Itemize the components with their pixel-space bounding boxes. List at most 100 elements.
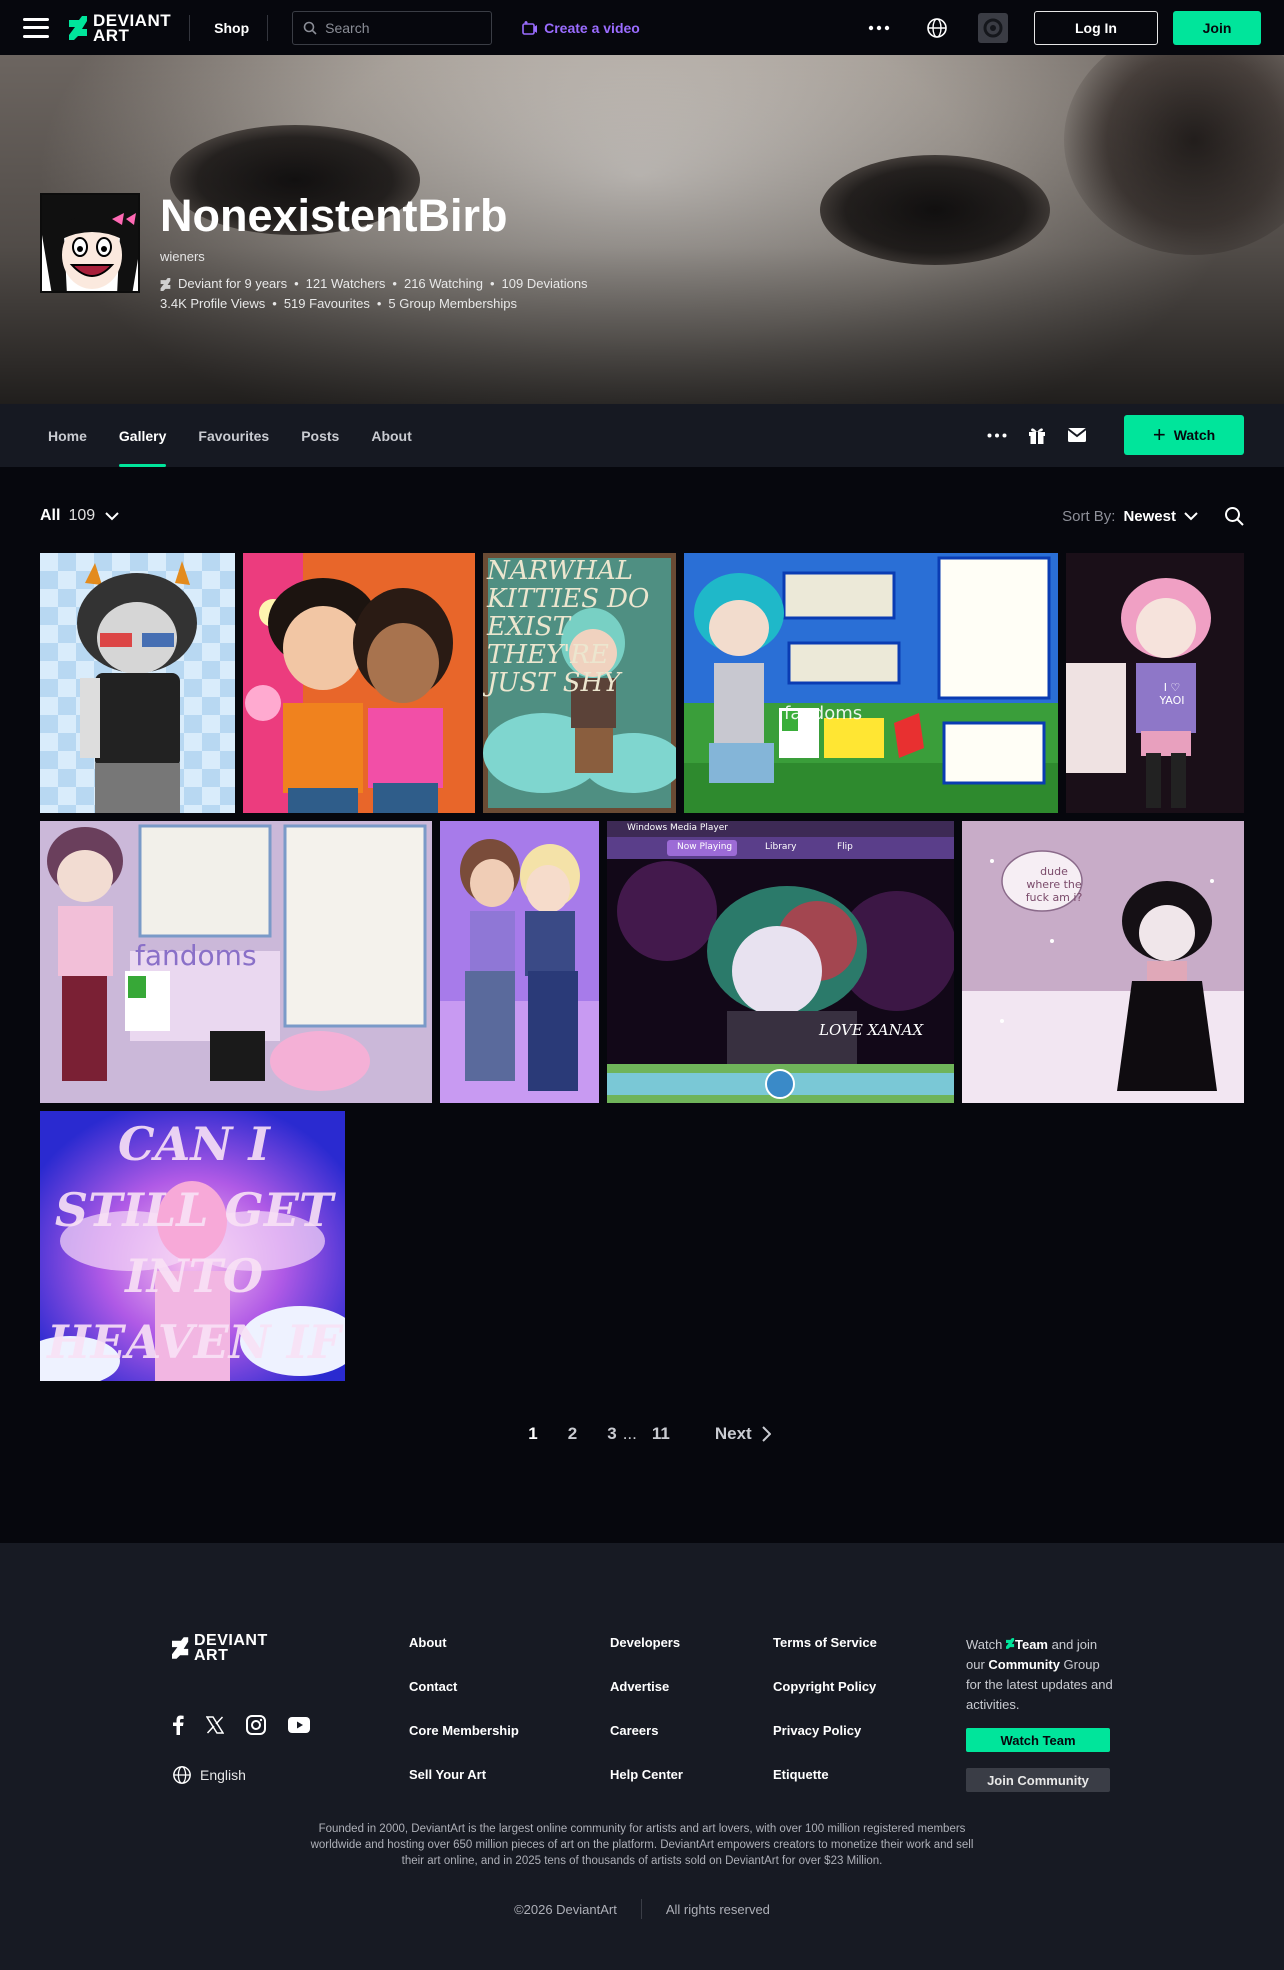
search-input[interactable]: Search [292, 10, 493, 45]
footer-logo[interactable]: DEVIANT ART [172, 1632, 268, 1664]
page-3[interactable]: 3 [607, 1424, 616, 1444]
language-selector[interactable]: English [172, 1765, 246, 1785]
login-button[interactable]: Log In [1034, 10, 1158, 45]
gallery-thumbnail[interactable] [440, 821, 599, 1103]
footer-column-3: Terms of Service Copyright Policy Privac… [773, 1635, 877, 1811]
thumbnail-caption: CAN I STILL GET INTO HEAVEN IF I KILL MY… [47, 1117, 341, 1369]
gallery-thumbnail[interactable]: fandoms [40, 821, 432, 1103]
chevron-right-icon [761, 1426, 771, 1442]
logo-line-2: ART [194, 1647, 229, 1664]
player-tab: Now Playing [677, 842, 733, 852]
footer-link-contact[interactable]: Contact [409, 1679, 519, 1723]
copyright-text: ©2026 DeviantArt [514, 1901, 617, 1917]
page-last[interactable]: 11 [652, 1424, 670, 1444]
chevron-down-icon[interactable] [105, 511, 119, 521]
profile-header: NonexistentBirb wieners Deviant for 9 ye… [40, 190, 588, 314]
footer-link-developers[interactable]: Developers [610, 1635, 683, 1679]
gallery-thumbnail[interactable]: NARWHAL KITTIES DO EXIST THEY'RE JUST SH… [483, 553, 676, 813]
globe-icon[interactable] [920, 11, 954, 45]
mail-icon[interactable] [1062, 420, 1092, 450]
menu-icon[interactable] [23, 17, 49, 38]
cta-team: Team [1014, 1637, 1048, 1652]
gallery-thumbnail[interactable]: I ♡ YAOI [1066, 553, 1244, 813]
language-label: English [200, 1767, 246, 1783]
footer-link-about[interactable]: About [409, 1635, 519, 1679]
footer-link-careers[interactable]: Careers [610, 1723, 683, 1767]
tab-home[interactable]: Home [48, 404, 87, 467]
footer-link-copyright-policy[interactable]: Copyright Policy [773, 1679, 877, 1723]
watch-button[interactable]: + Watch [1124, 415, 1244, 455]
tab-favourites[interactable]: Favourites [198, 404, 269, 467]
more-icon[interactable] [862, 11, 896, 45]
thumbnail-caption: LOVE XANAX [819, 1021, 924, 1039]
page-1[interactable]: 1 [528, 1424, 537, 1444]
stat-group-memberships[interactable]: 5 Group Memberships [388, 294, 517, 314]
youtube-icon[interactable] [288, 1717, 310, 1738]
social-links [172, 1715, 332, 1740]
player-tab: Flip [837, 842, 853, 852]
stat-favourites[interactable]: 519 Favourites [284, 294, 370, 314]
profile-stats-line-1: Deviant for 9 years • 121 Watchers • 216 W… [160, 274, 588, 294]
sort-value[interactable]: Newest [1123, 508, 1176, 525]
cta-community: Community [988, 1657, 1060, 1672]
footer-link-help-center[interactable]: Help Center [610, 1767, 683, 1811]
logo-line-1: DEVIANT [194, 1632, 268, 1649]
thumbnail-caption: NARWHAL KITTIES DO EXIST THEY'RE JUST SH… [487, 556, 650, 698]
gallery-thumbnail[interactable]: CAN I STILL GET INTO HEAVEN IF I KILL MY… [40, 1111, 345, 1381]
stat-watchers[interactable]: 121 Watchers [306, 274, 386, 294]
x-twitter-icon[interactable] [205, 1716, 225, 1739]
gallery-thumbnail[interactable]: fandoms [684, 553, 1058, 813]
tab-posts[interactable]: Posts [301, 404, 339, 467]
divider [640, 1899, 642, 1919]
instagram-icon[interactable] [246, 1715, 266, 1740]
gift-icon[interactable] [1022, 420, 1052, 450]
footer-link-terms[interactable]: Terms of Service [773, 1635, 877, 1679]
join-button[interactable]: Join [1173, 10, 1261, 45]
deviantart-logo-icon [69, 15, 87, 40]
deviantart-logo-icon [1005, 1638, 1015, 1649]
gallery-thumbnail[interactable] [243, 553, 475, 813]
user-avatar[interactable] [40, 193, 140, 293]
globe-icon [173, 1766, 191, 1784]
thumbnail-caption: fandoms [135, 939, 257, 972]
footer-link-advertise[interactable]: Advertise [610, 1679, 683, 1723]
divider [189, 14, 191, 41]
page-2[interactable]: 2 [568, 1424, 577, 1444]
video-create-icon [522, 20, 538, 35]
stat-profile-views: 3.4K Profile Views [160, 296, 266, 311]
footer-link-privacy-policy[interactable]: Privacy Policy [773, 1723, 877, 1767]
stat-deviant-for: Deviant for 9 years [178, 276, 288, 291]
thumbnail-caption: dude where the fuck am i? [1025, 865, 1083, 904]
footer-link-core-membership[interactable]: Core Membership [409, 1723, 519, 1767]
next-page-button[interactable]: Next [715, 1424, 771, 1444]
stat-watching[interactable]: 216 Watching [404, 274, 483, 294]
top-bar: DEVIANT ART Shop Search Create a video Lo… [0, 0, 1284, 55]
gallery-thumbnail[interactable] [40, 553, 235, 813]
stat-deviations[interactable]: 109 Deviations [502, 274, 588, 294]
tab-gallery[interactable]: Gallery [118, 404, 167, 467]
thumbnail-caption: I ♡ YAOI [1159, 681, 1185, 707]
watch-team-button[interactable]: Watch Team [966, 1728, 1110, 1752]
join-community-button[interactable]: Join Community [966, 1768, 1110, 1792]
create-video-link[interactable]: Create a video [522, 20, 640, 36]
footer: DEVIANT ART English About Contact Core Me… [0, 1543, 1284, 1970]
chevron-down-icon[interactable] [1184, 511, 1198, 521]
shop-link[interactable]: Shop [214, 20, 249, 36]
pagination: 1 2 3 ... 11 Next [0, 1422, 1284, 1446]
guest-avatar-icon[interactable] [978, 12, 1008, 43]
facebook-icon[interactable] [172, 1715, 184, 1740]
gallery-thumbnail[interactable]: Windows Media Player Now Playing Library… [607, 821, 954, 1103]
more-icon[interactable] [982, 420, 1012, 450]
gallery-thumbnail[interactable]: dude where the fuck am i? [962, 821, 1244, 1103]
sort-control[interactable]: Sort By: Newest [1062, 506, 1244, 526]
footer-link-etiquette[interactable]: Etiquette [773, 1767, 877, 1811]
tab-about[interactable]: About [371, 404, 411, 467]
footer-link-sell-your-art[interactable]: Sell Your Art [409, 1767, 519, 1811]
profile-stats-line-2: 3.4K Profile Views • 519 Favourites • 5 Gr… [160, 294, 588, 314]
thumbnail-caption: fandoms [784, 703, 863, 724]
deviantart-logo[interactable]: DEVIANT ART [69, 12, 171, 44]
search-icon[interactable] [1224, 506, 1244, 526]
search-icon [303, 21, 317, 35]
folder-filter-label[interactable]: All [40, 507, 60, 525]
next-label: Next [714, 1424, 752, 1443]
